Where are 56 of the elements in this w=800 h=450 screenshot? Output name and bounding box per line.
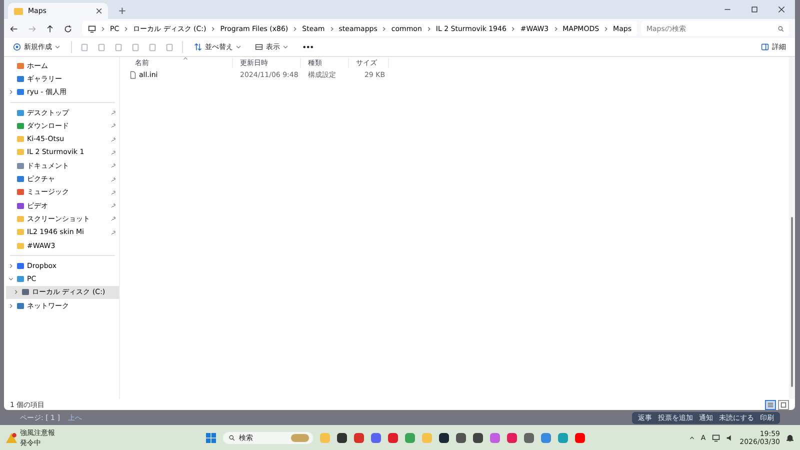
new-tab-button[interactable]: + bbox=[118, 6, 126, 17]
new-icon bbox=[13, 43, 21, 51]
caret-icon bbox=[236, 45, 241, 49]
more-button[interactable]: ••• bbox=[299, 42, 316, 52]
chevron-icon[interactable] bbox=[9, 262, 13, 269]
file-icon bbox=[130, 70, 136, 78]
chevron-icon[interactable] bbox=[9, 302, 13, 309]
chevron-icon bbox=[293, 26, 298, 32]
pin-icon bbox=[111, 123, 116, 128]
caret-icon bbox=[283, 45, 288, 49]
maximize-icon[interactable] bbox=[751, 6, 758, 13]
chevron-icon bbox=[101, 26, 105, 32]
close-tab-icon[interactable] bbox=[96, 8, 102, 14]
start-icon[interactable] bbox=[206, 432, 216, 442]
chevron-icon bbox=[330, 26, 334, 32]
details-view-button[interactable] bbox=[765, 400, 776, 410]
chevron-icon bbox=[382, 26, 386, 32]
warning-icon[interactable] bbox=[6, 432, 17, 442]
details-pane-icon bbox=[761, 43, 769, 51]
chevron-icon bbox=[426, 26, 431, 32]
caret-icon bbox=[55, 45, 60, 49]
sort-icon bbox=[194, 43, 202, 51]
search-icon bbox=[778, 26, 784, 32]
chevron-icon bbox=[211, 26, 216, 32]
monitor-icon[interactable] bbox=[712, 434, 720, 442]
minimize-icon[interactable] bbox=[724, 6, 731, 13]
pin-icon bbox=[111, 176, 116, 182]
pin-icon bbox=[111, 150, 116, 155]
chevron-icon[interactable] bbox=[9, 89, 13, 96]
pin-icon bbox=[111, 190, 116, 195]
close-icon[interactable] bbox=[778, 6, 785, 13]
pin-icon bbox=[111, 163, 116, 168]
pin-icon bbox=[111, 230, 116, 235]
pin-icon bbox=[111, 216, 116, 222]
up-icon[interactable] bbox=[46, 24, 54, 32]
search-highlight-picture bbox=[291, 434, 309, 442]
view-icon bbox=[255, 43, 263, 51]
sort-caret-icon bbox=[183, 57, 188, 60]
folder-icon bbox=[14, 8, 23, 14]
pin-icon bbox=[111, 136, 116, 142]
refresh-icon[interactable] bbox=[64, 24, 72, 32]
chevron-icon[interactable] bbox=[14, 289, 18, 296]
chevron-icon[interactable] bbox=[8, 277, 14, 282]
tiles-view-button[interactable] bbox=[778, 400, 789, 410]
pin-icon bbox=[111, 203, 116, 208]
bell-icon[interactable] bbox=[786, 434, 794, 442]
chevron-icon[interactable] bbox=[688, 434, 695, 440]
back-icon[interactable] bbox=[10, 24, 18, 32]
search-icon bbox=[229, 434, 235, 440]
chevron-icon bbox=[124, 26, 128, 32]
chevron-icon bbox=[511, 26, 516, 32]
chevron-icon bbox=[554, 26, 558, 32]
chevron-icon bbox=[604, 26, 608, 32]
pin-icon bbox=[111, 110, 116, 116]
monitor-icon bbox=[88, 24, 96, 32]
speaker-icon[interactable] bbox=[726, 434, 734, 442]
